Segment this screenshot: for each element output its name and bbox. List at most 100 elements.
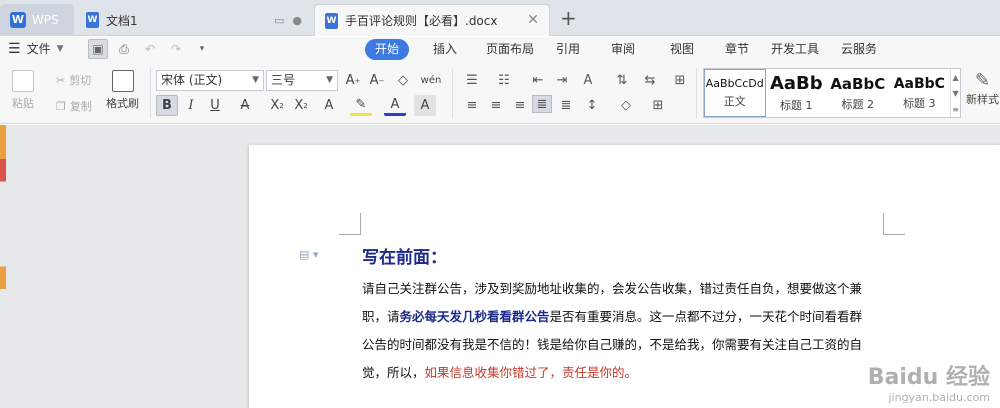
print-icon[interactable]: ⎙ <box>114 39 134 59</box>
margin-corner-top-right <box>883 213 905 235</box>
tab-wps-home[interactable]: W WPS <box>0 4 74 36</box>
undo-icon[interactable]: ↶ <box>140 39 160 59</box>
shrink-font-icon[interactable]: A − <box>366 70 388 91</box>
margin-corner-top-left <box>339 213 361 235</box>
tab-view[interactable]: 视图 <box>649 39 715 60</box>
monitor-icon[interactable]: ▭ <box>274 14 284 27</box>
format-painter-button[interactable]: 格式刷 <box>106 70 139 111</box>
font-name-value: 宋体 (正文) <box>161 73 223 87</box>
italic-icon[interactable]: I <box>180 95 202 116</box>
watermark-logo-text: Baidu 经验 <box>867 365 990 390</box>
tab-home[interactable]: 开始 <box>365 39 409 60</box>
decrease-indent-icon[interactable]: ⇤ <box>528 71 548 89</box>
expand-icon[interactable]: ≡ <box>952 105 959 114</box>
document-page[interactable]: ▤ ▾ 写在前面： 请自己关注群公告，涉及到奖励地址收集的，会发公告收集，错过责… <box>249 145 1000 408</box>
tab-page-layout[interactable]: 页面布局 <box>481 39 539 60</box>
numbered-list-icon[interactable]: ☷ <box>494 71 514 89</box>
grow-font-icon[interactable]: A + <box>342 70 364 91</box>
justify-icon[interactable]: ≣ <box>532 95 552 113</box>
tab-references[interactable]: 引用 <box>539 39 597 60</box>
superscript-icon[interactable]: X2 <box>266 95 288 116</box>
table-borders-icon[interactable]: ⊞ <box>670 71 690 89</box>
style-heading-3[interactable]: AaBbC 标题 3 <box>889 69 951 117</box>
close-tab-icon[interactable]: ✕ <box>527 12 539 28</box>
save-icon[interactable]: ▣ <box>88 39 108 59</box>
document-heading: 写在前面： <box>362 248 447 268</box>
tab-document-1[interactable]: W 文档1 ▭ ● <box>76 4 312 36</box>
watermark: Baidu 经验 jingyan.baidu.com <box>868 359 990 404</box>
bold-text-run: 务必每天发几秒看看群公告 <box>399 309 550 324</box>
borders-icon[interactable]: ⊞ <box>648 96 668 114</box>
bullet-list-icon[interactable]: ☰ <box>462 71 482 89</box>
paragraph-line: 请自己关注群公告，涉及到奖励地址收集的，会发公告收集，错过责任自负，想要做这个兼 <box>362 281 863 296</box>
quick-access-toolbar: ▣ ⎙ ↶ ↷ ▾ <box>88 39 212 59</box>
align-center-icon[interactable]: ≡ <box>486 96 506 114</box>
style-scroll[interactable]: ▲ ▼ ≡ <box>950 69 960 117</box>
tab-wps-label: WPS <box>32 13 59 27</box>
font-name-select[interactable]: 宋体 (正文) ▼ <box>156 70 264 91</box>
document-body: 请自己关注群公告，涉及到奖励地址收集的，会发公告收集，错过责任自负，想要做这个兼… <box>362 275 887 387</box>
distributed-align-icon[interactable]: ≣ <box>556 96 576 114</box>
clear-format-icon[interactable]: ◇ <box>392 70 414 91</box>
ribbon: 粘贴 ✂ 剪切 ❐ 复制 格式刷 宋体 (正文) ▼ 三号 ▼ A + A − ◇ … <box>0 62 1000 124</box>
show-marks-icon[interactable]: ⇆ <box>640 71 660 89</box>
align-right-icon[interactable]: ≡ <box>510 96 530 114</box>
shading-fill-icon[interactable]: ◇ <box>616 96 636 114</box>
chevron-down-icon[interactable]: ▼ <box>952 89 958 98</box>
new-style-button[interactable]: ✎ 新样式 <box>966 70 999 107</box>
chevron-down-icon: ▼ <box>326 75 333 85</box>
tab-chapter[interactable]: 章节 <box>715 39 759 60</box>
font-color-icon[interactable]: A <box>384 95 406 116</box>
bold-icon[interactable]: B <box>156 95 178 116</box>
chevron-up-icon[interactable]: ▲ <box>952 73 958 82</box>
chevron-down-icon: ▼ <box>56 43 64 54</box>
style-heading-2[interactable]: AaBbC 标题 2 <box>827 69 889 117</box>
tab-document-1-label: 文档1 <box>106 13 138 28</box>
font-size-value: 三号 <box>271 73 296 87</box>
subscript-icon[interactable]: X2 <box>290 95 312 116</box>
phonetic-guide-icon[interactable]: wén <box>420 70 442 91</box>
document-icon: W <box>325 12 338 29</box>
tab-developer-tools[interactable]: 开发工具 <box>759 39 831 60</box>
watermark-url: jingyan.baidu.com <box>888 391 990 404</box>
text-effect-icon[interactable]: A <box>318 95 340 116</box>
new-style-label: 新样式 <box>966 93 999 106</box>
paste-button[interactable]: 粘贴 <box>12 70 34 111</box>
strikethrough-icon[interactable]: A <box>234 95 256 116</box>
customize-dropdown-icon[interactable]: ▾ <box>192 39 212 59</box>
line-spacing-icon[interactable]: ↕ <box>582 96 602 114</box>
paste-label: 粘贴 <box>12 97 34 110</box>
style-heading-1[interactable]: AaBb 标题 1 <box>766 69 828 117</box>
tab-active-document-label: 手百评论规则【必看】.docx <box>345 14 498 28</box>
paragraph-line: 公告的时间都没有我是不信的！钱是给你自己赚的，不是给我，你需要有关注自己工资的自 <box>362 337 863 352</box>
tab-active-document[interactable]: W 手百评论规则【必看】.docx ✕ <box>314 4 550 36</box>
text-run: 职，请 <box>362 309 400 324</box>
file-menu[interactable]: ☰ 文件 ▼ <box>8 40 64 57</box>
style-sample: AaBb <box>769 73 823 94</box>
style-name: 标题 1 <box>780 99 813 112</box>
redo-icon[interactable]: ↷ <box>166 39 186 59</box>
highlight-icon[interactable]: ✎ <box>350 95 372 116</box>
new-tab-plus-icon[interactable]: + <box>560 6 577 30</box>
font-size-select[interactable]: 三号 ▼ <box>266 70 338 91</box>
character-shading-icon[interactable]: A <box>414 95 436 116</box>
cut-button[interactable]: ✂ 剪切 <box>56 72 91 88</box>
style-normal[interactable]: AaBbCcDd 正文 <box>704 69 766 117</box>
document-workspace: ▤ ▾ 写在前面： 请自己关注群公告，涉及到奖励地址收集的，会发公告收集，错过责… <box>0 125 1000 408</box>
underline-icon[interactable]: U <box>204 95 226 116</box>
sort-icon[interactable]: ⇅ <box>612 71 632 89</box>
text-run: 是否有重要消息。这一点都不过分，一天花个时间看看群 <box>549 309 863 324</box>
style-gallery: AaBbCcDd 正文 AaBb 标题 1 AaBbC 标题 2 AaBbC 标… <box>703 68 961 118</box>
style-name: 标题 2 <box>841 97 875 111</box>
format-painter-label: 格式刷 <box>106 97 139 110</box>
tab-insert[interactable]: 插入 <box>409 39 481 60</box>
text-direction-icon[interactable]: A <box>578 71 598 89</box>
align-left-icon[interactable]: ≡ <box>462 96 482 114</box>
copy-button[interactable]: ❐ 复制 <box>56 98 92 114</box>
tab-review[interactable]: 审阅 <box>597 39 649 60</box>
tab-cloud-services[interactable]: 云服务 <box>831 39 887 60</box>
increase-indent-icon[interactable]: ⇥ <box>552 71 572 89</box>
paragraph-menu-icon[interactable]: ▤ ▾ <box>299 248 318 261</box>
scissors-icon: ✂ <box>56 73 66 87</box>
new-style-icon: ✎ <box>974 70 991 91</box>
